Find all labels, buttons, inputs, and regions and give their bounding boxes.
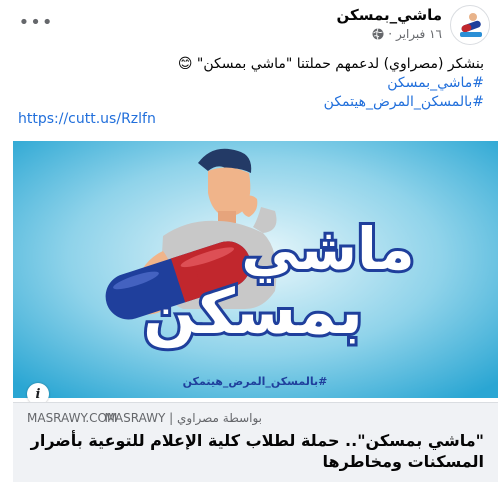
page-logo [452,7,489,44]
hashtag-link[interactable]: #ماشي_بمسكن [14,74,484,93]
globe-icon [372,28,384,40]
post-meta: ١٦ فبراير · [372,27,442,41]
page-name[interactable]: ماشي_بمسكن [336,6,442,24]
link-preview[interactable]: MASRAWY.COM بواسطة مصراوي | MASRAWY "ماش… [13,402,498,482]
post-image[interactable]: ماشي بمسكن #بالمسكن_المرض_هيتمكن [13,141,498,398]
campaign-hashtag: #بالمسكن_المرض_هيتمكن [183,375,328,388]
avatar[interactable] [450,5,490,45]
post-date[interactable]: ١٦ فبراير [396,27,442,41]
short-link[interactable]: https://cutt.us/Rzlfn [18,111,156,127]
campaign-illustration: ماشي بمسكن #بالمسكن_المرض_هيتمكن [13,141,498,398]
preview-title[interactable]: "ماشي بمسكن".. حملة لطلاب كلية الإعلام ل… [24,430,484,472]
facebook-post: ••• ماشي_بمسكن ١٦ فبراير · بنشكر (مصراوي… [0,0,498,482]
logo-word-bottom: بمسكن [143,275,363,348]
preview-source: بواسطة مصراوي | MASRAWY [104,411,262,425]
more-options-icon[interactable]: ••• [19,10,53,34]
hashtag-link[interactable]: #بالمسكن_المرض_هيتمكن [14,93,484,112]
post-text-line: بنشكر (مصراوي) لدعمهم حملتنا "ماشي بمسكن… [177,56,484,72]
post-text: بنشكر (مصراوي) لدعمهم حملتنا "ماشي بمسكن… [14,55,484,112]
logo-word-top: ماشي [241,215,414,283]
